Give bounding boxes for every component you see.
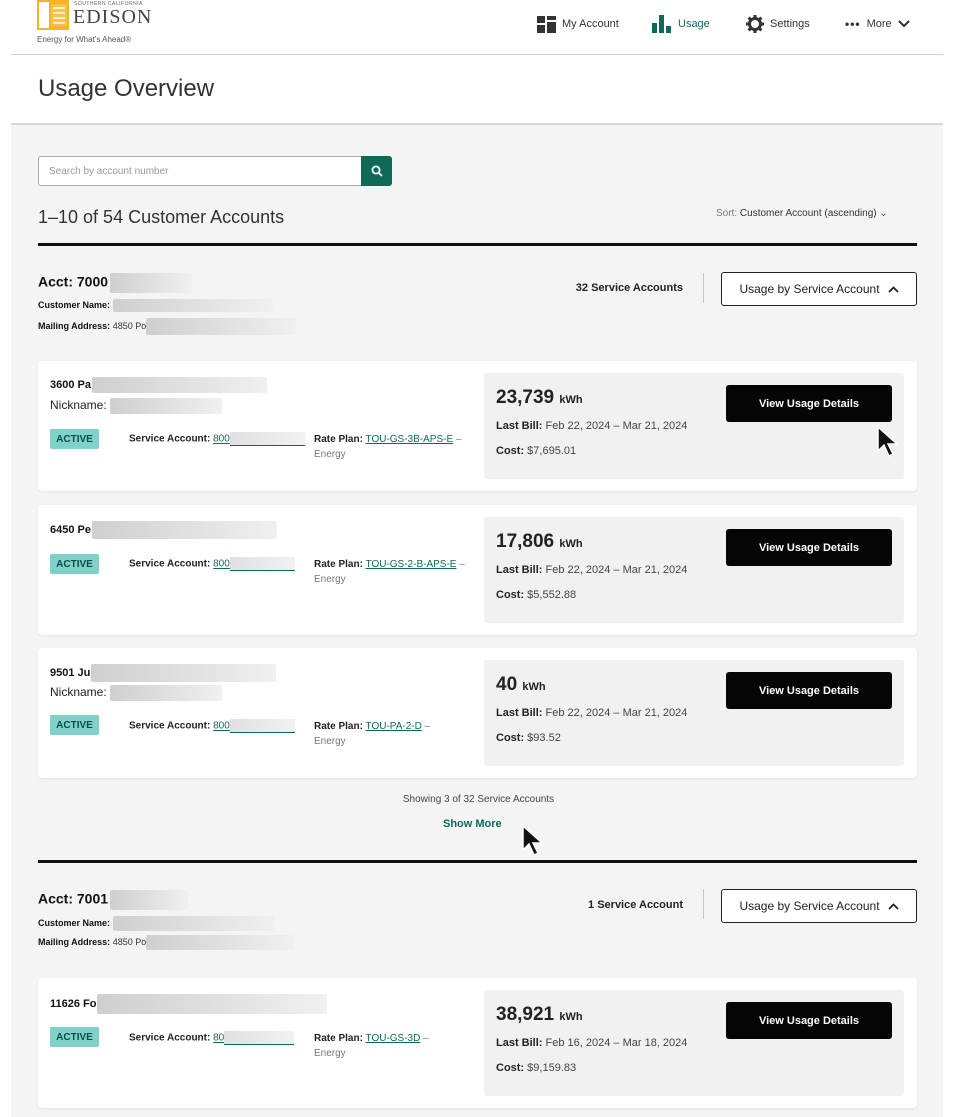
last-bill: Last Bill: Feb 22, 2024 – Mar 21, 2024 (496, 564, 688, 576)
sort-dropdown[interactable]: Sort: Customer Account (ascending) ⌄ (716, 208, 888, 219)
mouse-cursor-icon (522, 824, 544, 857)
usage-summary: 17,806 kWh Last Bill: Feb 22, 2024 – Mar… (484, 517, 904, 623)
rate-plan: Rate Plan: TOU-GS-2-B-APS-E – Energy (314, 559, 465, 585)
service-account-count: 32 Service Accounts (575, 282, 683, 294)
rate-plan: Rate Plan: TOU-GS-3D – Energy (314, 1033, 429, 1059)
nav-label: More (866, 18, 892, 30)
sort-label: Sort: (716, 208, 738, 219)
usage-summary: 40 kWh Last Bill: Feb 22, 2024 – Mar 21,… (484, 660, 904, 766)
rate-plan: Rate Plan: TOU-PA-2-D – Energy (314, 721, 431, 747)
nav-label: Usage (678, 18, 710, 30)
ellipsis-icon: ••• (845, 17, 861, 31)
logo-name: EDISON (73, 6, 153, 28)
showing-count: Showing 3 of 32 Service Accounts (402, 794, 555, 805)
dashboard-icon (537, 15, 556, 33)
service-account-link[interactable]: 800 (213, 559, 230, 570)
status-badge: ACTIVE (50, 1027, 99, 1047)
show-more-link[interactable]: Show More (443, 818, 502, 830)
nav-my-account[interactable]: My Account (537, 12, 619, 36)
service-address: 3600 Pa (50, 377, 267, 393)
view-usage-details-button[interactable]: View Usage Details (726, 672, 892, 709)
divider (703, 273, 704, 303)
customer-name: Customer Name: (38, 299, 273, 312)
cost: Cost: $9,159.83 (496, 1062, 577, 1074)
service-account: Service Account: 800 (129, 719, 295, 733)
sort-value: Customer Account (ascending) (739, 208, 877, 219)
status-badge: ACTIVE (50, 715, 99, 735)
chevron-down-icon: ⌄ (879, 208, 888, 219)
service-account-count: 1 Service Account (588, 899, 683, 911)
usage-kwh: 38,921 kWh (496, 1004, 583, 1025)
usage-summary: 38,921 kWh Last Bill: Feb 16, 2024 – Mar… (484, 990, 904, 1096)
nickname: Nickname: (50, 398, 223, 414)
nav-more[interactable]: ••• More (845, 12, 910, 36)
nickname: Nickname: (50, 685, 223, 701)
last-bill: Last Bill: Feb 22, 2024 – Mar 21, 2024 (496, 420, 688, 432)
view-usage-details-button[interactable]: View Usage Details (726, 385, 892, 422)
rate-plan: Rate Plan: TOU-GS-3B-APS-E – Energy (314, 434, 462, 460)
usage-by-service-account-button[interactable]: Usage by Service Account (721, 889, 917, 923)
status-badge: ACTIVE (50, 429, 99, 449)
bar-chart-icon (652, 15, 671, 33)
divider (703, 889, 704, 919)
nav-label: My Account (562, 18, 619, 30)
view-usage-details-button[interactable]: View Usage Details (726, 529, 892, 566)
customer-name: Customer Name: (38, 916, 275, 931)
service-account-link[interactable]: 80 (213, 1033, 224, 1044)
usage-kwh: 40 kWh (496, 674, 546, 695)
chevron-down-icon (897, 20, 910, 28)
chevron-up-icon (887, 902, 899, 910)
site-header: SOUTHERN CALIFORNIA EDISON Energy for Wh… (0, 0, 957, 55)
account-number: Acct: 7000 (38, 273, 193, 293)
view-usage-details-button[interactable]: View Usage Details (726, 1002, 892, 1039)
search-button[interactable] (361, 156, 392, 186)
mouse-cursor-icon (877, 425, 899, 458)
last-bill: Last Bill: Feb 16, 2024 – Mar 18, 2024 (496, 1037, 688, 1049)
results-count: 1–10 of 54 Customer Accounts (38, 207, 285, 227)
rate-plan-link[interactable]: TOU-PA-2-D (366, 721, 422, 732)
service-account-card: 9501 Ju Nickname: ACTIVE Service Account… (38, 648, 917, 778)
service-account: Service Account: 800 (129, 557, 295, 571)
cost: Cost: $93.52 (496, 732, 561, 744)
nav-label: Settings (770, 18, 810, 30)
cost: Cost: $5,552.88 (496, 589, 577, 601)
page-title: Usage Overview (38, 75, 215, 102)
header-divider (11, 54, 943, 55)
search-input[interactable] (38, 156, 362, 186)
cost: Cost: $7,695.01 (496, 445, 577, 457)
last-bill: Last Bill: Feb 22, 2024 – Mar 21, 2024 (496, 707, 688, 719)
sun-logo-icon (37, 0, 69, 30)
account-search (38, 156, 392, 186)
usage-kwh: 23,739 kWh (496, 387, 583, 408)
service-account-card: 3600 Pa Nickname: ACTIVE Service Account… (38, 361, 917, 491)
usage-by-service-account-button[interactable]: Usage by Service Account (721, 272, 917, 306)
rate-plan-link[interactable]: TOU-GS-3D (366, 1033, 421, 1044)
account-number: Acct: 7001 (38, 890, 189, 910)
service-account: Service Account: 80 (129, 1031, 295, 1045)
usage-summary: 23,739 kWh Last Bill: Feb 22, 2024 – Mar… (484, 373, 904, 479)
mailing-address: Mailing Address: 4850 Po (38, 935, 295, 950)
gear-icon (746, 15, 764, 33)
service-account-card: 11626 Fo ACTIVE Service Account: 80 Rate… (38, 978, 917, 1108)
status-badge: ACTIVE (50, 554, 99, 574)
service-account-link[interactable]: 800 (213, 434, 230, 445)
logo-tagline: Energy for What's Ahead® (37, 35, 132, 44)
service-address: 6450 Pe (50, 521, 277, 539)
service-account-link[interactable]: 800 (213, 721, 230, 732)
nav-usage[interactable]: Usage (652, 12, 710, 36)
service-address: 11626 Fo (50, 994, 328, 1014)
search-icon (371, 165, 383, 177)
chevron-up-icon (887, 285, 899, 293)
nav-settings[interactable]: Settings (746, 12, 810, 36)
usage-kwh: 17,806 kWh (496, 531, 583, 552)
rate-plan-link[interactable]: TOU-GS-2-B-APS-E (366, 559, 457, 570)
account-divider (38, 243, 917, 246)
account-divider (38, 860, 917, 863)
service-address: 9501 Ju (50, 664, 277, 682)
service-account-card: 6450 Pe ACTIVE Service Account: 800 Rate… (38, 505, 917, 635)
mailing-address: Mailing Address: 4850 Po (38, 318, 297, 335)
service-account: Service Account: 800 (129, 432, 305, 446)
edison-logo[interactable]: SOUTHERN CALIFORNIA EDISON Energy for Wh… (37, 0, 167, 48)
rate-plan-link[interactable]: TOU-GS-3B-APS-E (366, 434, 454, 445)
